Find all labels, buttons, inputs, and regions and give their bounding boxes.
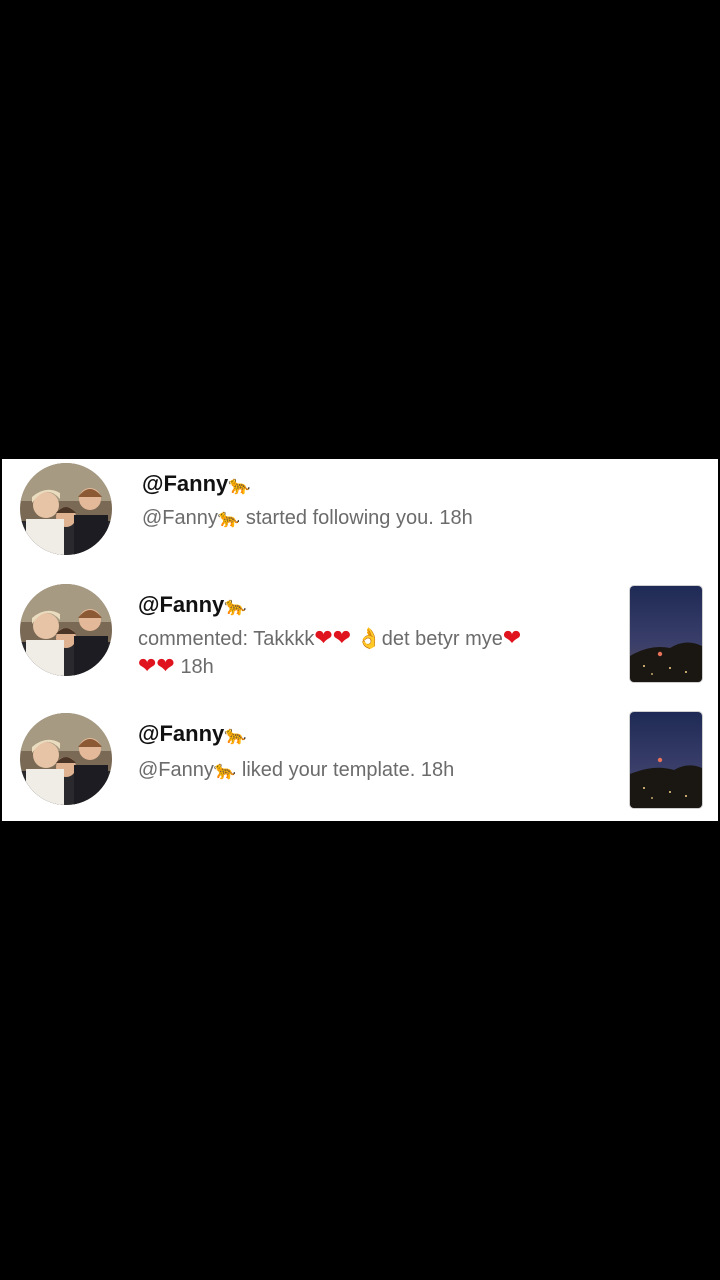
notification-text: @Fanny🐆 started following you. 18h bbox=[142, 505, 473, 532]
notification-row-comment[interactable]: @Fanny🐆 commented: Takkkk❤❤ 👌det betyr m… bbox=[2, 577, 718, 695]
avatar[interactable] bbox=[20, 463, 112, 555]
action-text: started following you. bbox=[245, 507, 434, 529]
username[interactable]: @Fanny🐆 bbox=[142, 471, 251, 497]
username-text: @Fanny bbox=[138, 721, 225, 746]
timestamp: 18h bbox=[439, 507, 473, 529]
timestamp: 18h bbox=[420, 759, 455, 781]
timestamp: 18h bbox=[180, 656, 214, 678]
comment-text: commented: Takkkk❤❤ 👌det betyr mye❤ ❤❤ 1… bbox=[138, 625, 608, 681]
avatar[interactable] bbox=[20, 584, 112, 676]
cheetah-icon: 🐆 bbox=[224, 725, 247, 746]
notification-text: @Fanny🐆 liked your template. 18h bbox=[138, 757, 454, 784]
cheetah-icon: 🐆 bbox=[217, 508, 241, 529]
cheetah-icon: 🐆 bbox=[224, 596, 247, 617]
actor-name[interactable]: @Fanny bbox=[142, 507, 218, 529]
username-text: @Fanny bbox=[142, 471, 229, 496]
comment-prefix: commented: Takkkk bbox=[138, 628, 315, 650]
notification-row-like[interactable]: @Fanny🐆 @Fanny🐆 liked your template. 18h bbox=[2, 703, 718, 821]
avatar[interactable] bbox=[20, 713, 112, 805]
comment-middle: det betyr mye bbox=[381, 628, 503, 650]
cheetah-icon: 🐆 bbox=[213, 760, 237, 781]
heart-icon: ❤❤ bbox=[138, 654, 175, 679]
night-sky-thumbnail-icon bbox=[630, 586, 702, 682]
notifications-panel: @Fanny🐆 @Fanny🐆 started following you. 1… bbox=[2, 459, 718, 821]
cheetah-icon: 🐆 bbox=[228, 475, 251, 496]
heart-icon: ❤❤ bbox=[314, 626, 352, 651]
action-text: liked your template. bbox=[241, 759, 416, 781]
avatar-photo-icon bbox=[20, 463, 112, 555]
username[interactable]: @Fanny🐆 bbox=[138, 592, 247, 618]
username[interactable]: @Fanny🐆 bbox=[138, 721, 247, 747]
username-text: @Fanny bbox=[138, 592, 225, 617]
heart-icon: ❤ bbox=[502, 626, 522, 651]
ok-hand-icon: 👌 bbox=[356, 626, 382, 650]
post-thumbnail[interactable] bbox=[630, 586, 702, 682]
actor-name[interactable]: @Fanny bbox=[138, 759, 214, 781]
avatar-photo-icon bbox=[20, 584, 112, 676]
night-sky-thumbnail-icon bbox=[630, 712, 702, 808]
notification-row-follow[interactable]: @Fanny🐆 @Fanny🐆 started following you. 1… bbox=[2, 459, 718, 569]
post-thumbnail[interactable] bbox=[630, 712, 702, 808]
avatar-photo-icon bbox=[20, 713, 112, 805]
